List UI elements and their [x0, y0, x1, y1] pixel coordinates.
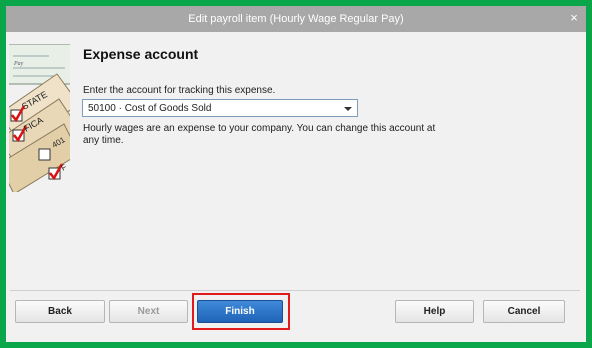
illustration-pay-label: Pay — [13, 61, 24, 67]
title-bar: Edit payroll item (Hourly Wage Regular P… — [6, 6, 586, 32]
divider — [10, 290, 580, 291]
finish-highlight-box — [192, 293, 290, 330]
window-title: Edit payroll item (Hourly Wage Regular P… — [188, 13, 404, 25]
payroll-item-dialog: Edit payroll item (Hourly Wage Regular P… — [6, 6, 586, 342]
account-prompt: Enter the account for tracking this expe… — [83, 85, 276, 96]
chevron-down-icon[interactable] — [342, 102, 354, 114]
illustration-f-label: F — [60, 162, 69, 172]
next-button[interactable]: Next — [109, 300, 188, 323]
cancel-button[interactable]: Cancel — [483, 300, 565, 323]
page-title: Expense account — [83, 46, 199, 62]
close-icon[interactable]: × — [566, 9, 582, 27]
expense-account-select[interactable]: 50100 · Cost of Goods Sold — [82, 99, 358, 117]
expense-account-value: 50100 · Cost of Goods Sold — [88, 103, 212, 114]
payroll-checklist-illustration: Pay STATE FICA 401 F — [9, 44, 70, 192]
back-button[interactable]: Back — [15, 300, 105, 323]
account-note: Hourly wages are an expense to your comp… — [83, 123, 436, 146]
help-button[interactable]: Help — [395, 300, 474, 323]
